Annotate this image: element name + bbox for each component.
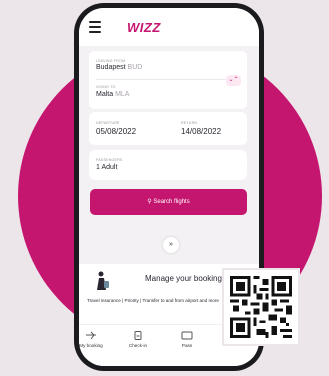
swap-route-icon[interactable]: ⌄⌃ bbox=[226, 75, 241, 86]
from-city: Budapest bbox=[96, 64, 126, 71]
manage-booking-title[interactable]: Manage your booking bbox=[145, 274, 222, 283]
card-icon bbox=[181, 331, 193, 340]
traveler-illustration-icon bbox=[97, 271, 109, 290]
to-label: GOING TO bbox=[96, 85, 116, 89]
search-button-label: Search flights bbox=[153, 199, 190, 205]
passengers-card[interactable]: PASSENGERS 1 Adult bbox=[89, 150, 247, 180]
nav-item-my-booking[interactable]: My booking bbox=[79, 331, 111, 348]
from-code: BUD bbox=[127, 64, 143, 71]
qr-code bbox=[222, 268, 300, 346]
route-card[interactable]: LEAVING FROM Budapest BUD GOING TO Malta… bbox=[89, 51, 247, 109]
passengers-label: PASSENGERS bbox=[96, 158, 123, 162]
departure-value[interactable]: 05/08/2022 bbox=[96, 127, 136, 136]
top-bar: WIZZ bbox=[79, 8, 259, 46]
nav-item-label: My booking bbox=[79, 343, 103, 348]
search-icon: ⚲ bbox=[147, 199, 152, 205]
qr-code-image bbox=[230, 276, 292, 338]
to-value[interactable]: Malta MLA bbox=[96, 91, 129, 98]
return-label: RETURN bbox=[181, 121, 198, 125]
nav-item-label: Check-in bbox=[128, 343, 148, 348]
passengers-value[interactable]: 1 Adult bbox=[96, 164, 117, 171]
nav-item-label: Pass bbox=[181, 343, 193, 348]
plane-icon bbox=[86, 331, 96, 340]
hamburger-menu-icon[interactable] bbox=[89, 21, 101, 33]
brand-logo: WIZZ bbox=[127, 20, 161, 35]
route-divider bbox=[96, 79, 240, 80]
to-city: Malta bbox=[96, 91, 114, 98]
to-code: MLA bbox=[115, 91, 130, 98]
dates-card[interactable]: DEPARTURE 05/08/2022 RETURN 14/08/2022 bbox=[89, 112, 247, 145]
boarding-pass-icon bbox=[134, 331, 142, 340]
nav-item-check-in[interactable]: Check-in bbox=[118, 331, 158, 348]
departure-label: DEPARTURE bbox=[96, 121, 120, 125]
return-value[interactable]: 14/08/2022 bbox=[181, 127, 221, 136]
from-label: LEAVING FROM bbox=[96, 59, 126, 63]
manage-booking-description: Travel insurance | Priority | Transfer t… bbox=[87, 298, 219, 303]
search-flights-button[interactable]: ⚲ Search flights bbox=[90, 189, 247, 215]
nav-item-pass[interactable]: Pass bbox=[167, 331, 207, 348]
expand-chevron-icon[interactable]: » bbox=[163, 237, 179, 253]
from-value[interactable]: Budapest BUD bbox=[96, 64, 142, 71]
